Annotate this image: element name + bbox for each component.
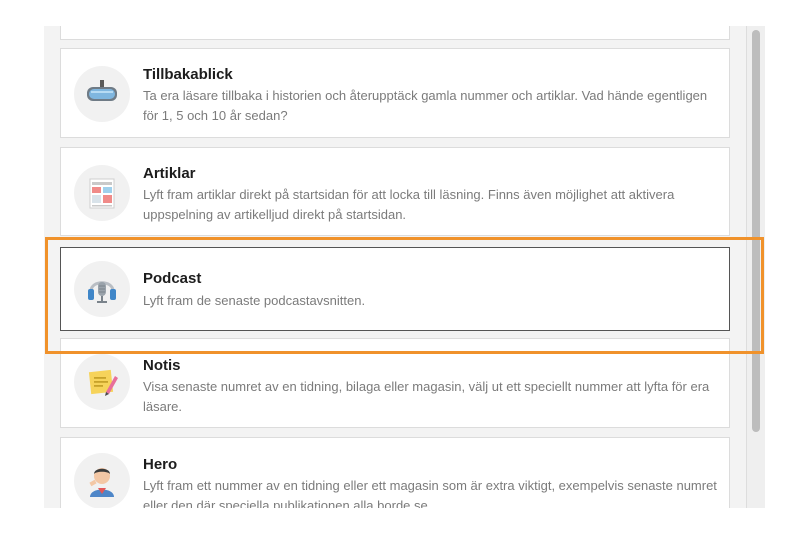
- sticky-note-icon: [74, 354, 130, 410]
- card-title: Hero: [143, 456, 178, 473]
- card-title: Artiklar: [143, 165, 196, 182]
- scrollbar[interactable]: [746, 26, 765, 508]
- card-artiklar[interactable]: Artiklar Lyft fram artiklar direkt på st…: [60, 147, 730, 236]
- podcast-microphone-icon: [74, 261, 130, 317]
- hero-person-icon: [74, 453, 130, 508]
- card-description: Lyft fram ett nummer av en tidning eller…: [143, 478, 717, 508]
- card-previous-partial[interactable]: [60, 26, 730, 40]
- card-tillbakablick[interactable]: Tillbakablick Ta era läsare tillbaka i h…: [60, 48, 730, 138]
- card-title: Notis: [143, 357, 181, 374]
- rearview-mirror-icon: [74, 66, 130, 122]
- card-description: Lyft fram artiklar direkt på startsidan …: [143, 187, 675, 222]
- article-layout-icon: [74, 165, 130, 221]
- card-description: Lyft fram de senaste podcastavsnitten.: [143, 293, 366, 308]
- card-title: Tillbakablick: [143, 66, 233, 83]
- card-title: Podcast: [143, 270, 202, 287]
- card-description: Visa senaste numret av en tidning, bilag…: [143, 379, 710, 414]
- card-podcast[interactable]: Podcast Lyft fram de senaste podcastavsn…: [60, 247, 730, 331]
- screenshot-stage: Tillbakablick Ta era läsare tillbaka i h…: [0, 0, 800, 541]
- card-notis[interactable]: Notis Visa senaste numret av en tidning,…: [60, 338, 730, 428]
- widget-picker-list: Tillbakablick Ta era läsare tillbaka i h…: [44, 26, 746, 508]
- card-description: Ta era läsare tillbaka i historien och å…: [143, 88, 708, 123]
- scrollbar-thumb[interactable]: [752, 30, 760, 432]
- card-hero[interactable]: Hero Lyft fram ett nummer av en tidning …: [60, 437, 730, 508]
